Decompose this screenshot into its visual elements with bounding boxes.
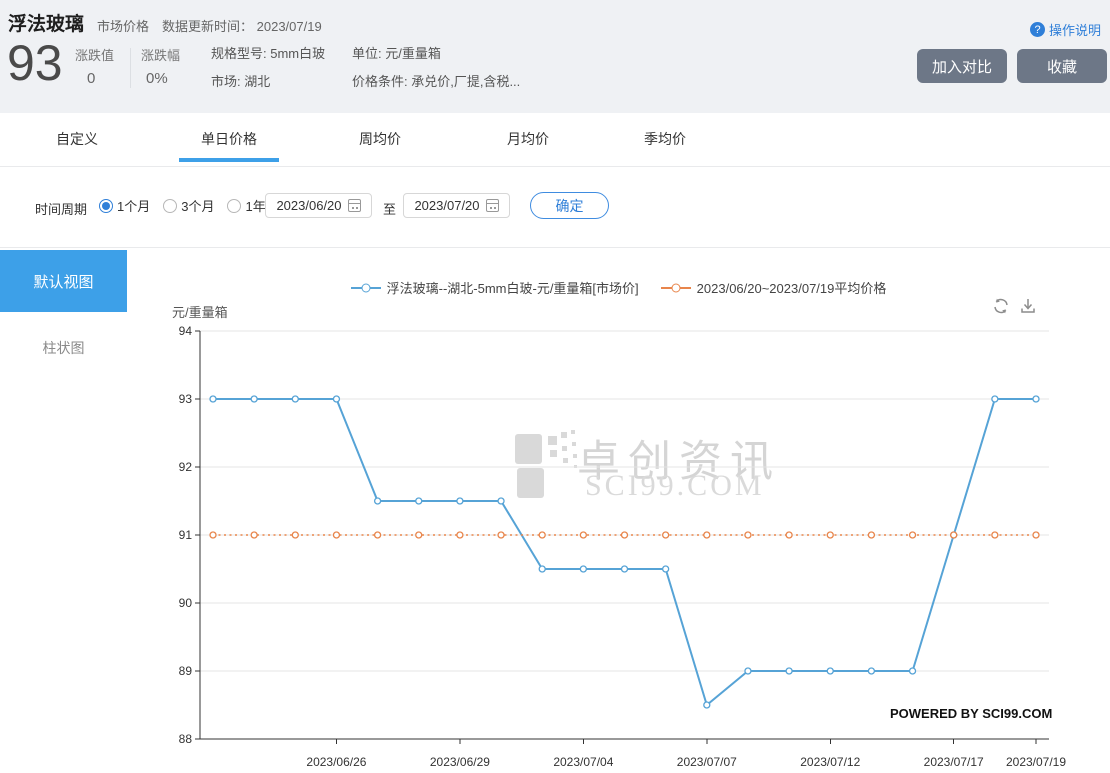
radio-1-year-label: 1年	[245, 196, 265, 215]
spec-condition: 价格条件: 承兑价,厂提,含税...	[352, 71, 520, 90]
svg-text:91: 91	[179, 528, 193, 542]
main-card: 自定义 单日价格 周均价 月均价 季均价 时间周期 1个月 3个月 1年 202…	[0, 113, 1110, 773]
page-title: 浮法玻璃	[8, 9, 84, 36]
add-compare-button[interactable]: 加入对比	[917, 49, 1007, 83]
radio-3-month[interactable]: 3个月	[163, 196, 214, 215]
radio-unchecked-icon	[227, 199, 241, 213]
help-link[interactable]: ? 操作说明	[1030, 20, 1101, 39]
svg-text:93: 93	[179, 392, 193, 406]
svg-text:89: 89	[179, 664, 193, 678]
svg-text:2023/07/19: 2023/07/19	[1006, 755, 1066, 769]
current-price: 93	[7, 36, 63, 90]
tab-daily-price[interactable]: 单日价格	[201, 129, 257, 149]
radio-checked-icon	[99, 199, 113, 213]
radio-3-month-label: 3个月	[181, 196, 214, 215]
data-update-time: 数据更新时间： 2023/07/19	[162, 16, 322, 35]
sidebar-item-default-view[interactable]: 默认视图	[0, 250, 127, 312]
svg-text:2023/06/29: 2023/06/29	[430, 755, 490, 769]
radio-unchecked-icon	[163, 199, 177, 213]
app-window: 浮法玻璃 市场价格 数据更新时间： 2023/07/19 ? 操作说明 93 涨…	[0, 0, 1110, 773]
svg-text:2023/07/04: 2023/07/04	[553, 755, 613, 769]
divider	[0, 247, 1110, 248]
change-label: 涨跌值	[75, 45, 114, 64]
favorite-button[interactable]: 收藏	[1017, 49, 1107, 83]
tab-custom[interactable]: 自定义	[56, 129, 98, 149]
time-period-label: 时间周期	[35, 199, 87, 218]
calendar-icon	[348, 199, 361, 212]
divider	[130, 48, 131, 88]
radio-1-month-label: 1个月	[117, 196, 150, 215]
help-label: 操作说明	[1049, 20, 1101, 39]
update-time-value: 2023/07/19	[257, 19, 322, 34]
svg-text:2023/06/26: 2023/06/26	[306, 755, 366, 769]
svg-text:2023/07/17: 2023/07/17	[924, 755, 984, 769]
tab-quarterly-avg[interactable]: 季均价	[644, 129, 686, 149]
svg-text:2023/07/12: 2023/07/12	[800, 755, 860, 769]
spec-market: 市场: 湖北	[211, 71, 270, 90]
question-icon: ?	[1030, 22, 1045, 37]
divider	[0, 166, 1110, 167]
date-from-input[interactable]: 2023/06/20	[265, 193, 372, 218]
price-line-chart[interactable]: 88 89 90 91 92 93 94 2023/06/26 2023/06/29 2023/0…	[127, 250, 1110, 773]
date-from-value: 2023/06/20	[276, 198, 341, 213]
svg-text:88: 88	[179, 732, 193, 746]
confirm-button[interactable]: 确定	[530, 192, 609, 219]
calendar-icon	[486, 199, 499, 212]
change-value: 0	[87, 70, 95, 87]
radio-1-year[interactable]: 1年	[227, 196, 265, 215]
header: 浮法玻璃 市场价格 数据更新时间： 2023/07/19 ? 操作说明 93 涨…	[0, 0, 1110, 113]
date-to-value: 2023/07/20	[414, 198, 479, 213]
date-to-input[interactable]: 2023/07/20	[403, 193, 510, 218]
time-period-radio-group: 1个月 3个月 1年	[99, 196, 266, 215]
spec-model: 规格型号: 5mm白玻	[211, 43, 325, 62]
svg-text:2023/07/07: 2023/07/07	[677, 755, 737, 769]
svg-text:92: 92	[179, 460, 193, 474]
tab-monthly-avg[interactable]: 月均价	[507, 129, 549, 149]
svg-text:90: 90	[179, 596, 193, 610]
change-pct-label: 涨跌幅	[141, 45, 180, 64]
sidebar-item-bar-chart[interactable]: 柱状图	[0, 338, 127, 358]
update-time-label: 数据更新时间：	[162, 19, 253, 34]
change-pct-value: 0%	[146, 70, 168, 87]
tab-weekly-avg[interactable]: 周均价	[359, 129, 401, 149]
to-label: 至	[383, 199, 396, 218]
svg-text:94: 94	[179, 324, 193, 338]
radio-1-month[interactable]: 1个月	[99, 196, 150, 215]
spec-unit: 单位: 元/重量箱	[352, 43, 441, 62]
chart-panel: 浮法玻璃--湖北-5mm白玻-元/重量箱[市场价] 2023/06/20~202…	[127, 250, 1110, 773]
price-type-label: 市场价格	[97, 16, 149, 35]
